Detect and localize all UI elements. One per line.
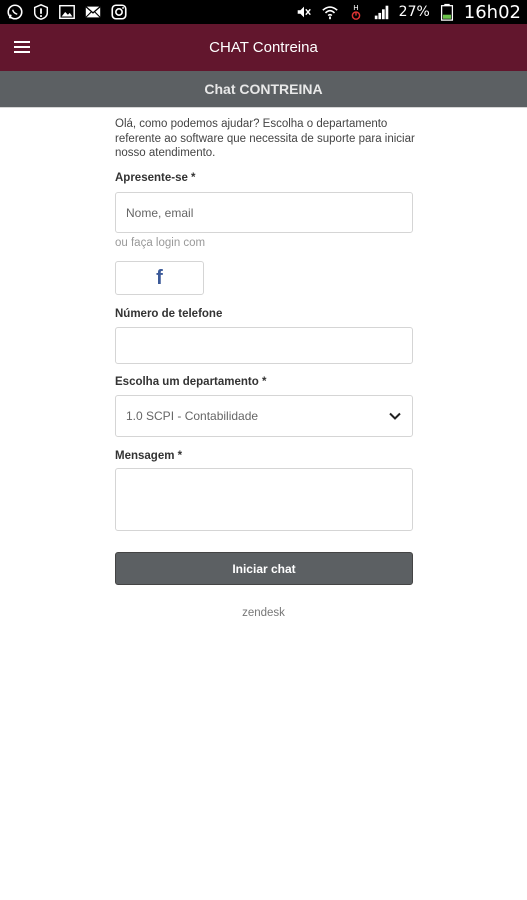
instagram-icon <box>110 3 128 21</box>
signal-icon <box>373 3 391 21</box>
facebook-login-button[interactable]: f <box>115 261 204 295</box>
phone-label: Número de telefone <box>115 308 223 320</box>
status-bar: H 27% 16h02 <box>0 0 527 24</box>
message-textarea[interactable] <box>115 468 413 531</box>
battery-icon <box>438 3 456 21</box>
svg-text:H: H <box>353 3 358 12</box>
zendesk-brand-link[interactable]: zendesk <box>0 607 527 619</box>
message-label: Mensagem * <box>115 450 183 462</box>
mail-icon <box>84 3 102 21</box>
clock: 16h02 <box>463 1 521 23</box>
department-label: Escolha um departamento * <box>115 376 267 388</box>
app-bar-title: CHAT Contreina <box>209 39 318 56</box>
chevron-down-icon <box>389 412 401 420</box>
status-bar-notifications <box>0 3 134 21</box>
mute-icon <box>295 3 313 21</box>
wifi-icon <box>321 3 339 21</box>
name-email-input[interactable]: Nome, email <box>115 192 413 233</box>
start-chat-button[interactable]: Iniciar chat <box>115 552 413 585</box>
name-email-placeholder: Nome, email <box>126 205 194 220</box>
social-login-label: ou faça login com <box>115 237 206 249</box>
intro-text: Olá, como podemos ajudar? Escolha o depa… <box>115 118 415 159</box>
battery-percentage: 27% <box>398 4 430 20</box>
image-icon <box>58 3 76 21</box>
chat-header: Chat CONTREINA <box>0 71 527 108</box>
app-bar: CHAT Contreina <box>0 24 527 71</box>
page-background <box>0 594 527 900</box>
department-selected-value: 1.0 SCPI - Contabilidade <box>126 409 259 423</box>
whatsapp-icon <box>6 3 24 21</box>
hd-icon: H <box>347 3 365 21</box>
facebook-icon: f <box>156 266 163 289</box>
name-label: Apresente-se * <box>115 172 196 184</box>
alert-icon <box>32 3 50 21</box>
status-bar-system: H 27% 16h02 <box>289 2 527 23</box>
phone-input[interactable] <box>115 327 413 364</box>
department-select[interactable]: 1.0 SCPI - Contabilidade <box>115 395 413 437</box>
